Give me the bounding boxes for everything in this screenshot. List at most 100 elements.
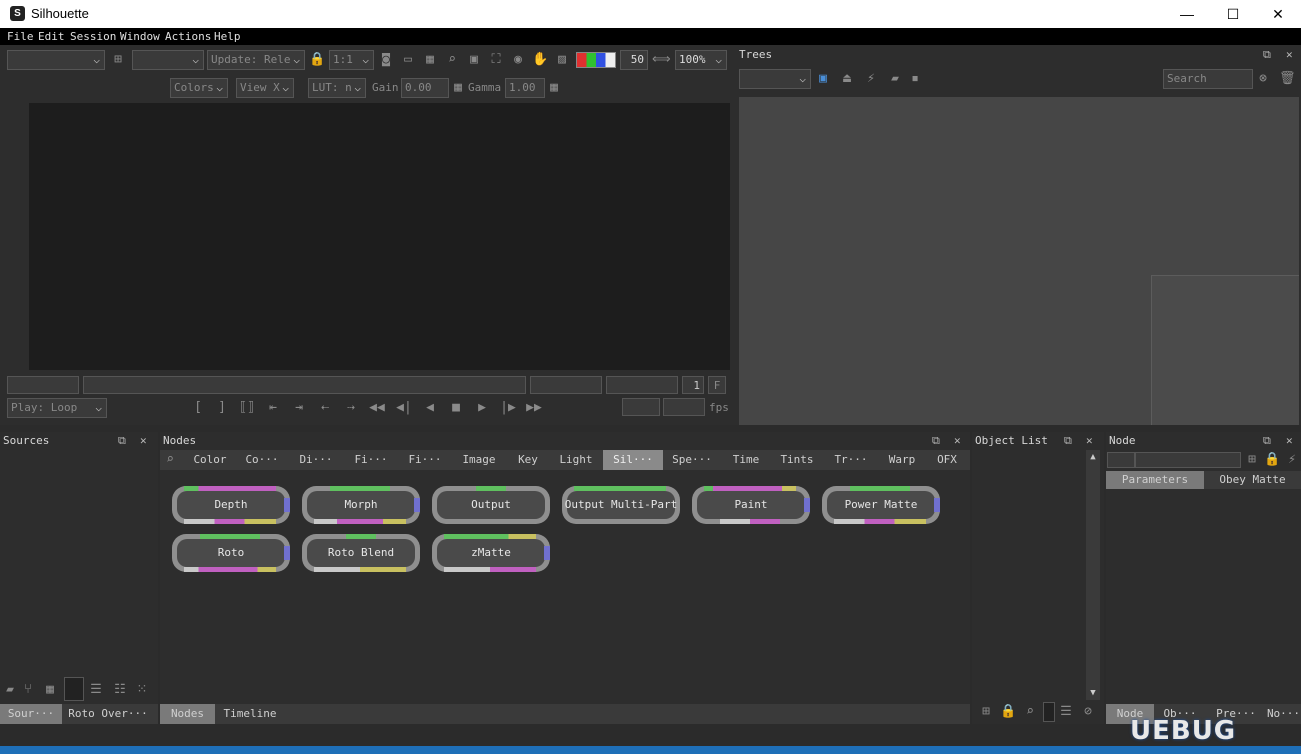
category-filter[interactable]: Fi··· <box>344 450 398 470</box>
tree-folder-icon[interactable]: ▰ <box>887 71 903 87</box>
category-composite[interactable]: Co··· <box>236 450 288 470</box>
go-out-icon[interactable]: ⇥ <box>291 400 307 416</box>
category-special[interactable]: Spe··· <box>663 450 721 470</box>
tree-flash-icon[interactable]: ⚡ <box>863 71 879 87</box>
minimize-button[interactable]: — <box>1164 0 1210 28</box>
rewind-icon[interactable]: ◀◀ <box>369 400 385 416</box>
maximize-button[interactable]: ☐ <box>1210 0 1256 28</box>
frame-field[interactable]: 50 <box>620 50 648 70</box>
colors-select[interactable]: Colors ⌵ <box>170 78 228 98</box>
timeline-in[interactable] <box>530 376 602 394</box>
object-slot[interactable] <box>1043 702 1055 722</box>
tab-parameters[interactable]: Parameters <box>1106 471 1204 489</box>
trees-navigator[interactable] <box>1151 275 1299 425</box>
fast-forward-icon[interactable]: ▶▶ <box>526 400 542 416</box>
gain-field[interactable]: 0.00 <box>401 78 449 98</box>
category-silhouette[interactable]: Sil··· <box>603 450 663 470</box>
node-paint[interactable]: Paint <box>692 486 810 524</box>
object-list-scrollbar[interactable]: ▲ ▼ <box>1086 450 1100 700</box>
tab-timeline[interactable]: Timeline <box>215 704 285 724</box>
view-select[interactable]: View X ⌵ <box>236 78 294 98</box>
lock-icon[interactable]: 🔒 <box>1264 452 1280 468</box>
fit-icon[interactable]: ⛶ <box>488 52 504 68</box>
mark-out-icon[interactable]: ] <box>214 400 230 416</box>
scroll-up-icon[interactable]: ▲ <box>1086 450 1100 464</box>
lock-icon[interactable]: 🔒 <box>309 52 325 68</box>
category-light[interactable]: Light <box>550 450 602 470</box>
current-frame-field[interactable]: 1 <box>682 376 704 394</box>
gain-reset-icon[interactable]: ▦ <box>450 80 466 96</box>
tab-sources[interactable]: Sour··· <box>0 704 62 724</box>
lock-icon[interactable]: 🔒 <box>1000 704 1016 720</box>
add-object-icon[interactable]: ⊞ <box>978 704 994 720</box>
node-depth[interactable]: Depth <box>172 486 290 524</box>
hand-icon[interactable]: ✋ <box>532 52 548 68</box>
category-time[interactable]: Time <box>721 450 771 470</box>
update-mode-select[interactable]: Update: Rele ⌵ <box>207 50 305 70</box>
panel-close-icon[interactable]: ✕ <box>1286 434 1293 447</box>
category-distort[interactable]: Di··· <box>288 450 344 470</box>
target-icon[interactable]: ◉ <box>510 52 526 68</box>
panel-close-icon[interactable]: ✕ <box>954 434 961 447</box>
monitor-icon[interactable]: ▭ <box>400 52 416 68</box>
step-forward-icon[interactable]: |▶ <box>500 400 516 416</box>
float-icon[interactable]: ⧉ <box>1263 434 1271 448</box>
fps-field-2[interactable] <box>663 398 705 416</box>
layer-select[interactable]: ⌵ <box>132 50 204 70</box>
menu-session[interactable]: Session <box>70 30 116 43</box>
list-view-icon[interactable]: ☰ <box>88 682 104 698</box>
search-icon[interactable]: ⌕ <box>162 452 178 468</box>
timeline-scrubber[interactable] <box>83 376 526 394</box>
gamma-field[interactable]: 1.00 <box>505 78 545 98</box>
search-clear-icon[interactable]: ⊗ <box>1255 71 1271 87</box>
node-roto-blend[interactable]: Roto Blend <box>302 534 420 572</box>
node-roto[interactable]: Roto <box>172 534 290 572</box>
scroll-down-icon[interactable]: ▼ <box>1086 686 1100 700</box>
source-slot[interactable] <box>64 677 84 701</box>
search-icon[interactable]: ⌕ <box>1022 704 1038 720</box>
stop-icon[interactable]: ■ <box>448 400 464 416</box>
node-power-matte[interactable]: Power Matte <box>822 486 940 524</box>
category-warp[interactable]: Warp <box>879 450 925 470</box>
panel-close-icon[interactable]: ✕ <box>140 434 147 447</box>
node-output-multi-part[interactable]: Output Multi-Part <box>562 486 680 524</box>
ratio-select[interactable]: 1:1 ⌵ <box>329 50 374 70</box>
tree-save-icon[interactable]: ▪ <box>907 71 923 87</box>
disable-icon[interactable]: ⊘ <box>1080 704 1096 720</box>
prev-key-icon[interactable]: ⇠ <box>317 400 333 416</box>
float-icon[interactable]: ⧉ <box>1263 48 1271 62</box>
category-transform[interactable]: Tr··· <box>823 450 879 470</box>
node-morph[interactable]: Morph <box>302 486 420 524</box>
play-backward-icon[interactable]: ◀ <box>422 400 438 416</box>
next-key-icon[interactable]: ⇢ <box>343 400 359 416</box>
lut-select[interactable]: LUT: n ⌵ <box>308 78 366 98</box>
play-forward-icon[interactable]: ▶ <box>474 400 490 416</box>
menu-edit[interactable]: Edit <box>38 30 65 43</box>
node-zmatte[interactable]: zMatte <box>432 534 550 572</box>
session-select[interactable]: ⌵ <box>7 50 105 70</box>
tab-roto-overlay[interactable]: Roto Over··· <box>62 704 154 724</box>
node-name-field[interactable] <box>1135 452 1241 468</box>
menu-window[interactable]: Window <box>120 30 160 43</box>
source-tree-icon[interactable]: ⑂ <box>20 682 36 698</box>
category-key[interactable]: Key <box>506 450 550 470</box>
timeline-out[interactable] <box>606 376 678 394</box>
zoom-icon[interactable]: ⌕ <box>444 52 460 68</box>
add-icon[interactable]: ⊞ <box>1244 452 1260 468</box>
trees-search-input[interactable]: Search <box>1163 69 1253 89</box>
menu-help[interactable]: Help <box>214 30 241 43</box>
frame-mode-button[interactable]: F <box>708 376 726 394</box>
grid-icon[interactable]: ▦ <box>422 52 438 68</box>
image-icon[interactable]: ▨ <box>554 52 570 68</box>
tab-nodes[interactable]: Nodes <box>160 704 215 724</box>
category-film[interactable]: Fi··· <box>398 450 452 470</box>
detail-view-icon[interactable]: ☷ <box>112 682 128 698</box>
step-back-icon[interactable]: ◀| <box>396 400 412 416</box>
float-icon[interactable]: ⧉ <box>1064 434 1072 448</box>
category-image[interactable]: Image <box>452 450 506 470</box>
flash-icon[interactable]: ⚡ <box>1284 452 1300 468</box>
grid-view-icon[interactable]: ⁙ <box>134 682 150 698</box>
tree-view-icon[interactable]: ▣ <box>815 71 831 87</box>
clear-marks-icon[interactable]: ⟦⟧ <box>239 400 255 416</box>
trash-icon[interactable]: 🗑 <box>1279 71 1296 87</box>
